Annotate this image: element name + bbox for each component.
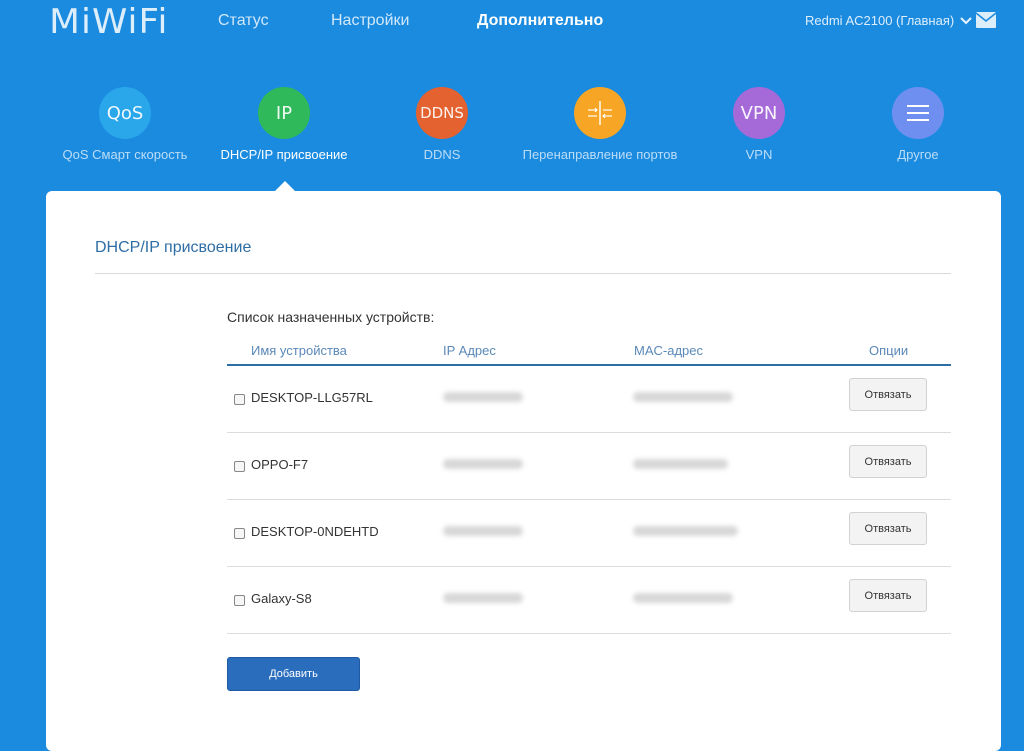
row-checkbox[interactable] [234, 528, 245, 539]
router-name: Redmi AC2100 (Главная) [805, 13, 955, 28]
table-row: OPPO-F7 Отвязать [227, 433, 951, 500]
device-name: Galaxy-S8 [251, 591, 312, 606]
mac-address-redacted [633, 392, 733, 402]
nav-settings[interactable]: Настройки [331, 12, 409, 30]
devices-table: Имя устройства IP Адрес MAC-адрес Опции … [227, 334, 951, 634]
unbind-button[interactable]: Отвязать [849, 378, 927, 411]
row-checkbox[interactable] [234, 595, 245, 606]
qos-icon: QoS [99, 87, 151, 139]
mac-address-redacted [633, 459, 728, 469]
table-header: Имя устройства IP Адрес MAC-адрес Опции [227, 334, 951, 366]
table-row: DESKTOP-0NDEHTD Отвязать [227, 500, 951, 567]
chevron-down-icon [960, 16, 972, 24]
ip-address-redacted [443, 392, 523, 402]
content-panel: DHCP/IP присвоение Список назначенных ус… [46, 191, 1001, 751]
ip-address-redacted [443, 526, 523, 536]
column-header-mac: MAC-адрес [634, 343, 703, 358]
ip-address-redacted [443, 459, 523, 469]
divider [95, 273, 951, 274]
device-name: DESKTOP-LLG57RL [251, 390, 373, 405]
menu-icon [892, 87, 944, 139]
table-row: Galaxy-S8 Отвязать [227, 567, 951, 634]
mac-address-redacted [633, 526, 738, 536]
ddns-icon: DDNS [416, 87, 468, 139]
feature-label: Другое [897, 147, 939, 162]
ip-icon: IP [258, 87, 310, 139]
mac-address-redacted [633, 593, 733, 603]
device-name: OPPO-F7 [251, 457, 309, 472]
unbind-button[interactable]: Отвязать [849, 512, 927, 545]
unbind-button[interactable]: Отвязать [849, 579, 927, 612]
list-caption: Список назначенных устройств: [227, 309, 435, 325]
column-header-ip: IP Адрес [443, 343, 496, 358]
mail-icon[interactable] [975, 12, 997, 33]
row-checkbox[interactable] [234, 394, 245, 405]
port-forward-icon [574, 87, 626, 139]
add-button[interactable]: Добавить [227, 657, 360, 691]
column-header-name: Имя устройства [251, 343, 347, 358]
router-selector[interactable]: Redmi AC2100 (Главная) [805, 13, 972, 28]
feature-other[interactable]: Другое [818, 87, 1018, 162]
ip-address-redacted [443, 593, 523, 603]
column-header-options: Опции [869, 343, 909, 358]
table-row: DESKTOP-LLG57RL Отвязать [227, 366, 951, 433]
nav-status[interactable]: Статус [218, 12, 269, 30]
unbind-button[interactable]: Отвязать [849, 445, 927, 478]
vpn-icon: VPN [733, 87, 785, 139]
nav-advanced[interactable]: Дополнительно [477, 12, 603, 30]
miwifi-logo: MiWiFi [49, 2, 169, 42]
row-checkbox[interactable] [234, 461, 245, 472]
page-title: DHCP/IP присвоение [95, 239, 252, 256]
device-name: DESKTOP-0NDEHTD [251, 524, 379, 539]
